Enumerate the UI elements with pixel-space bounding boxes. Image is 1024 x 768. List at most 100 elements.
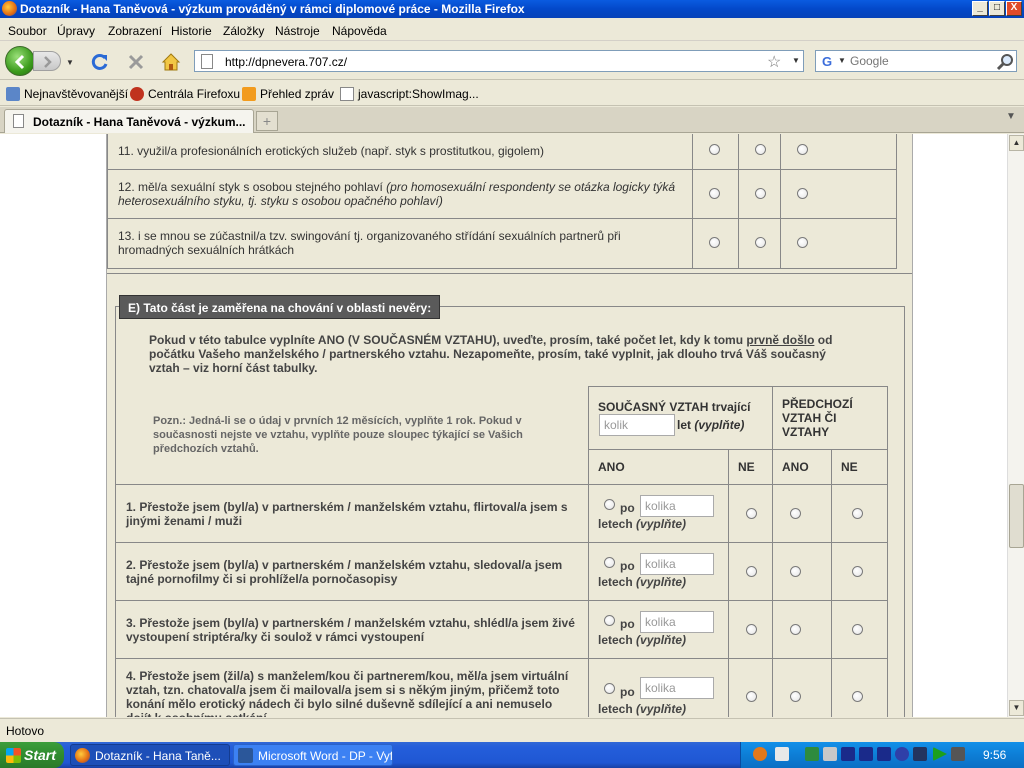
radio-ano[interactable] xyxy=(790,624,801,635)
bookmark-star-icon[interactable]: ☆ xyxy=(767,52,781,72)
reload-icon[interactable] xyxy=(90,52,110,72)
bookmark-folder-icon xyxy=(6,87,20,101)
radio-ne[interactable] xyxy=(852,624,863,635)
monitor-icon[interactable] xyxy=(951,747,965,761)
radio-ne[interactable] xyxy=(746,566,757,577)
shield-icon[interactable] xyxy=(913,747,927,761)
all-tabs-icon[interactable]: ▼ xyxy=(1006,111,1016,122)
radio-ano[interactable] xyxy=(790,566,801,577)
section-e-legend: E) Tato část je zaměřena na chování v ob… xyxy=(119,295,441,319)
radio-ne[interactable] xyxy=(746,624,757,635)
menu-zobrazeni[interactable]: Zobrazení xyxy=(108,24,162,38)
bookmark-most-visited[interactable]: Nejnavštěvovanější xyxy=(6,87,128,101)
search-input[interactable] xyxy=(850,53,990,69)
url-dropdown-icon[interactable]: ▼ xyxy=(792,56,800,65)
new-tab-button[interactable]: + xyxy=(256,111,278,131)
taskbar-word[interactable]: Microsoft Word - DP - Vyf... xyxy=(233,744,393,766)
scrollbar-thumb[interactable] xyxy=(1009,484,1024,548)
years-input[interactable]: kolika xyxy=(640,677,714,699)
radio-ne[interactable] xyxy=(852,566,863,577)
col-header-current-ano: ANO xyxy=(588,449,729,485)
radio-option[interactable] xyxy=(755,237,766,248)
volume-icon[interactable] xyxy=(823,747,837,761)
tab-dotaznik[interactable]: Dotazník - Hana Taněvová - výzkum... xyxy=(4,109,254,133)
url-text[interactable]: http://dpnevera.707.cz/ xyxy=(225,55,347,69)
address-bar[interactable]: http://dpnevera.707.cz/ ☆ ▼ xyxy=(194,50,804,72)
radio-ano[interactable] xyxy=(790,508,801,519)
stop-icon[interactable] xyxy=(126,52,146,72)
menu-nastroje[interactable]: Nástroje xyxy=(275,24,320,38)
radio-option[interactable] xyxy=(755,188,766,199)
question-text: 3. Přestože jsem (byl/a) v partnerském /… xyxy=(126,616,575,644)
minimize-button[interactable]: _ xyxy=(972,1,988,16)
radio-ano[interactable] xyxy=(604,615,615,626)
menu-zalozky[interactable]: Záložky xyxy=(223,24,264,38)
clipboard-icon[interactable] xyxy=(775,747,789,761)
page-icon xyxy=(13,114,24,128)
taskbar: Start Dotazník - Hana Taně... Microsoft … xyxy=(0,742,1024,768)
search-bar[interactable]: G ▼ xyxy=(815,50,1017,72)
bookmark-label: javascript:ShowImag... xyxy=(358,87,479,101)
history-dropdown-icon[interactable]: ▼ xyxy=(66,58,74,67)
radio-ne[interactable] xyxy=(746,691,757,702)
years-input[interactable]: kolika xyxy=(640,553,714,575)
answer-current-ano: po kolika letech (vyplňte) xyxy=(588,484,729,543)
radio-ano[interactable] xyxy=(604,499,615,510)
back-button[interactable] xyxy=(5,46,35,76)
close-button[interactable]: X xyxy=(1006,1,1022,16)
intro-underlined: prvně došlo xyxy=(746,333,815,347)
relationship-years-input[interactable]: kolik xyxy=(599,414,675,436)
taskbar-label: Dotazník - Hana Taně... xyxy=(95,749,221,763)
search-engine-dropdown-icon[interactable]: ▼ xyxy=(838,56,846,65)
scroll-down-icon[interactable]: ▼ xyxy=(1009,700,1024,716)
radio-option[interactable] xyxy=(709,144,720,155)
bluetooth-icon[interactable] xyxy=(895,747,909,761)
google-icon[interactable]: G xyxy=(819,54,835,70)
bookmark-news[interactable]: Přehled zpráv xyxy=(242,87,334,101)
scroll-up-icon[interactable]: ▲ xyxy=(1009,135,1024,151)
answer-current-ne xyxy=(728,484,773,543)
question-text-main: 12. měl/a sexuální styk s osobou stejnéh… xyxy=(118,180,387,194)
radio-ne[interactable] xyxy=(852,691,863,702)
previous-relationship-header: PŘEDCHOZÍ VZTAH ČI VZTAHY xyxy=(772,386,888,450)
status-bar: Hotovo xyxy=(0,718,1024,742)
radio-ne[interactable] xyxy=(852,508,863,519)
radio-ano[interactable] xyxy=(604,557,615,568)
bookmark-firefox-central[interactable]: Centrála Firefoxu xyxy=(130,87,240,101)
home-icon[interactable] xyxy=(161,52,181,72)
menu-upravy[interactable]: Úpravy xyxy=(57,24,95,38)
firefox-tray-icon[interactable] xyxy=(753,747,767,761)
play-icon[interactable] xyxy=(933,747,947,761)
radio-option[interactable] xyxy=(797,188,808,199)
current-header-text: SOUČASNÝ VZTAH trvající xyxy=(598,400,751,414)
radio-option[interactable] xyxy=(755,144,766,155)
menu-soubor[interactable]: Soubor xyxy=(8,24,47,38)
start-button[interactable]: Start xyxy=(0,742,64,768)
tray-app-icon[interactable] xyxy=(841,747,855,761)
tray-app-icon[interactable] xyxy=(859,747,873,761)
taskbar-firefox[interactable]: Dotazník - Hana Taně... xyxy=(70,744,230,766)
network-icon[interactable] xyxy=(805,747,819,761)
vertical-scrollbar[interactable]: ▲ ▼ xyxy=(1007,134,1024,717)
radio-option[interactable] xyxy=(709,237,720,248)
search-icon[interactable] xyxy=(996,53,1014,71)
bookmark-javascript[interactable]: javascript:ShowImag... xyxy=(340,87,479,101)
tab-bar: Dotazník - Hana Taněvová - výzkum... + ▼ xyxy=(0,107,1024,133)
radio-option[interactable] xyxy=(797,237,808,248)
bookmarks-toolbar: Nejnavštěvovanější Centrála Firefoxu Pře… xyxy=(0,82,1024,106)
menu-napoveda[interactable]: Nápověda xyxy=(332,24,387,38)
section-e-intro: Pokud v této tabulce vyplníte ANO (V SOU… xyxy=(149,333,839,375)
maximize-button[interactable]: □ xyxy=(989,1,1005,16)
radio-option[interactable] xyxy=(797,144,808,155)
radio-ano[interactable] xyxy=(790,691,801,702)
radio-ne[interactable] xyxy=(746,508,757,519)
radio-ano[interactable] xyxy=(604,683,615,694)
radio-option[interactable] xyxy=(709,188,720,199)
letech-text: letech xyxy=(598,575,633,589)
language-icon[interactable] xyxy=(877,747,891,761)
years-input[interactable]: kolika xyxy=(640,495,714,517)
years-input[interactable]: kolika xyxy=(640,611,714,633)
word-icon xyxy=(238,748,253,763)
forward-button[interactable] xyxy=(33,51,61,71)
menu-historie[interactable]: Historie xyxy=(171,24,212,38)
